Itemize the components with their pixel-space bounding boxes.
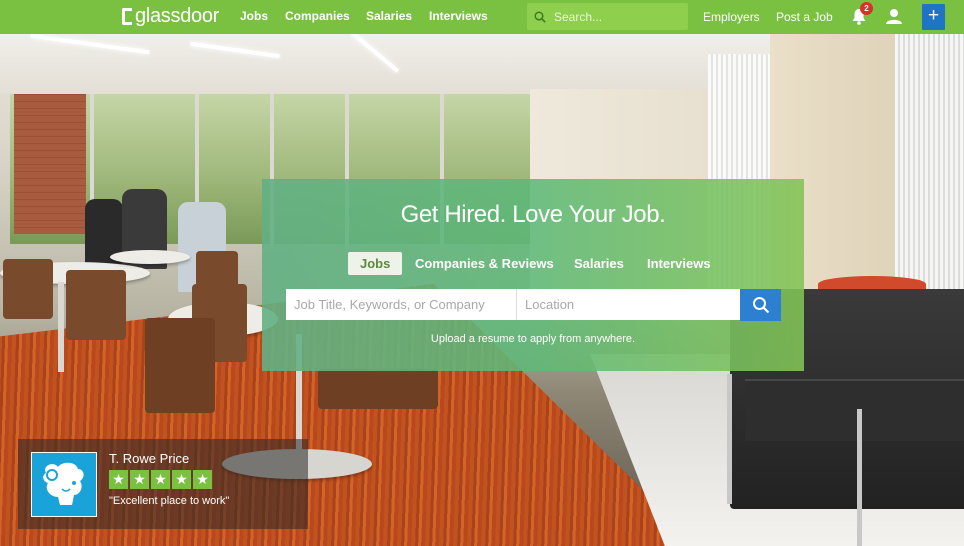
chair xyxy=(66,270,126,340)
featured-employer-card[interactable]: T. Rowe Price ★ ★ ★ ★ ★ "Excellent place… xyxy=(18,439,308,529)
job-search-panel: Get Hired. Love Your Job. Jobs Companies… xyxy=(262,179,804,371)
nav-jobs[interactable]: Jobs xyxy=(240,9,268,23)
employers-link[interactable]: Employers xyxy=(703,10,760,24)
nav-companies[interactable]: Companies xyxy=(285,9,350,23)
glassdoor-logo[interactable]: glassdoor xyxy=(122,5,219,28)
hero-headline: Get Hired. Love Your Job. xyxy=(400,201,666,228)
chair xyxy=(3,259,53,319)
notification-badge: 2 xyxy=(860,2,873,15)
ram-logo-icon xyxy=(43,462,84,505)
sofa-cushion xyxy=(745,379,964,441)
top-nav: glassdoor Jobs Companies Salaries Interv… xyxy=(0,0,964,34)
table-leg xyxy=(58,282,64,372)
nav-salaries[interactable]: Salaries xyxy=(366,9,412,23)
window-blinds xyxy=(895,34,964,314)
nav-interviews[interactable]: Interviews xyxy=(429,9,488,23)
job-keyword-input[interactable] xyxy=(286,289,516,320)
post-job-link[interactable]: Post a Job xyxy=(776,10,833,24)
tab-salaries[interactable]: Salaries xyxy=(574,252,624,275)
rating-stars: ★ ★ ★ ★ ★ xyxy=(109,470,212,489)
search-button[interactable] xyxy=(740,289,781,321)
star-icon: ★ xyxy=(109,470,128,489)
brand-name: glassdoor xyxy=(135,5,220,27)
location-input[interactable] xyxy=(517,289,740,320)
sofa-leg xyxy=(727,374,732,504)
chair xyxy=(318,369,438,409)
nav-search[interactable] xyxy=(527,3,688,30)
star-icon: ★ xyxy=(172,470,191,489)
sofa-leg xyxy=(857,409,862,546)
plus-icon: + xyxy=(927,5,940,26)
star-icon: ★ xyxy=(151,470,170,489)
tab-companies-reviews[interactable]: Companies & Reviews xyxy=(415,252,554,275)
plus-button[interactable]: + xyxy=(922,4,945,30)
user-icon[interactable] xyxy=(886,8,902,24)
search-icon xyxy=(752,297,769,314)
chair xyxy=(145,318,215,413)
employer-name: T. Rowe Price xyxy=(109,451,190,466)
upload-resume-link[interactable]: Upload a resume to apply from anywhere. xyxy=(262,333,804,345)
employer-quote: "Excellent place to work" xyxy=(109,495,230,507)
nav-search-input[interactable] xyxy=(552,8,676,25)
glassdoor-logo-icon xyxy=(122,8,132,25)
table xyxy=(110,250,190,264)
brick-column xyxy=(14,94,86,234)
search-icon xyxy=(534,10,546,23)
tab-jobs[interactable]: Jobs xyxy=(348,252,403,275)
employer-logo xyxy=(31,452,97,517)
star-icon: ★ xyxy=(130,470,149,489)
star-icon: ★ xyxy=(193,470,212,489)
tab-interviews[interactable]: Interviews xyxy=(647,252,711,275)
